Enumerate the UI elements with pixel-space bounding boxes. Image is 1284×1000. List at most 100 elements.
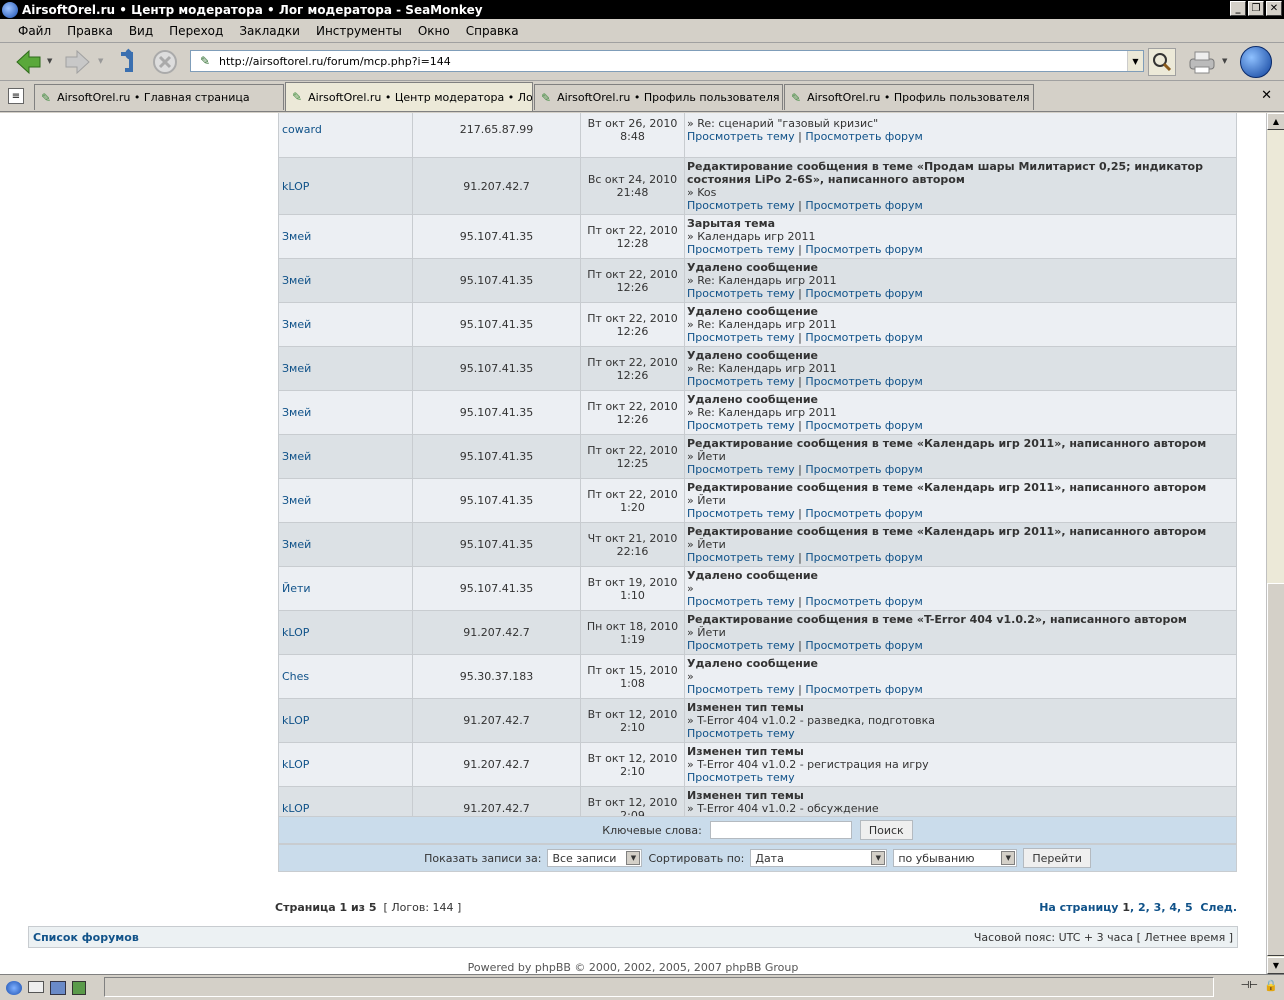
view-forum-link[interactable]: Просмотреть форум	[805, 683, 923, 696]
username-link[interactable]: kLOP	[282, 180, 309, 193]
view-topic-link[interactable]: Просмотреть тему	[687, 683, 795, 696]
view-topic-link[interactable]: Просмотреть тему	[687, 727, 795, 740]
url-text[interactable]: http://airsoftorel.ru/forum/mcp.php?i=14…	[219, 55, 451, 68]
username-link[interactable]: Змей	[282, 494, 311, 507]
menu-view[interactable]: Вид	[121, 24, 161, 38]
username-link[interactable]: Змей	[282, 362, 311, 375]
username-link[interactable]: Змей	[282, 538, 311, 551]
view-forum-link[interactable]: Просмотреть форум	[805, 375, 923, 388]
view-forum-link[interactable]: Просмотреть форум	[805, 199, 923, 212]
username-link[interactable]: Ches	[282, 670, 309, 683]
menu-tools[interactable]: Инструменты	[308, 24, 410, 38]
log-detail: » Re: Календарь игр 2011	[687, 406, 837, 419]
show-records-select[interactable]: Все записи ▼	[547, 849, 643, 867]
menu-window[interactable]: Окно	[410, 24, 458, 38]
tab-main[interactable]: ✎ AirsoftOrel.ru • Главная страница	[34, 84, 284, 110]
page-link[interactable]: 5	[1185, 901, 1193, 914]
status-bar: ⊣⊢ 🔒	[0, 974, 1284, 1000]
sort-by-select[interactable]: Дата ▼	[750, 849, 888, 867]
username-link[interactable]: coward	[282, 123, 322, 136]
view-topic-link[interactable]: Просмотреть тему	[687, 463, 795, 476]
composer-icon[interactable]	[50, 980, 66, 995]
scroll-thumb[interactable]	[1267, 583, 1284, 956]
view-topic-link[interactable]: Просмотреть тему	[687, 375, 795, 388]
page-link[interactable]: 4	[1169, 901, 1177, 914]
forum-list-link[interactable]: Список форумов	[33, 931, 139, 944]
username-link[interactable]: Змей	[282, 274, 311, 287]
username-link[interactable]: Змей	[282, 230, 311, 243]
view-topic-link[interactable]: Просмотреть тему	[687, 771, 795, 784]
close-tab-icon[interactable]: ✕	[1261, 88, 1272, 103]
view-forum-link[interactable]: Просмотреть форум	[805, 507, 923, 520]
online-status-icon[interactable]: ⊣⊢	[1241, 980, 1258, 991]
menu-edit[interactable]: Правка	[59, 24, 121, 38]
username-link[interactable]: Змей	[282, 450, 311, 463]
view-forum-link[interactable]: Просмотреть форум	[805, 130, 923, 143]
back-dropdown-icon[interactable]: ▼	[47, 57, 52, 65]
minimize-button[interactable]: _	[1230, 1, 1246, 16]
view-forum-link[interactable]: Просмотреть форум	[805, 551, 923, 564]
page-link[interactable]: 3	[1154, 901, 1162, 914]
navigator-icon[interactable]	[6, 980, 22, 995]
username-link[interactable]: Йети	[282, 582, 311, 595]
view-topic-link[interactable]: Просмотреть тему	[687, 595, 795, 608]
view-topic-link[interactable]: Просмотреть тему	[687, 199, 795, 212]
menu-go[interactable]: Переход	[161, 24, 231, 38]
view-topic-link[interactable]: Просмотреть тему	[687, 507, 795, 520]
view-forum-link[interactable]: Просмотреть форум	[805, 419, 923, 432]
tab-favicon-icon: ✎	[41, 90, 52, 105]
print-button[interactable]	[1185, 48, 1219, 76]
search-submit-button[interactable]: Поиск	[859, 820, 913, 840]
view-topic-link[interactable]: Просмотреть тему	[687, 419, 795, 432]
view-topic-link[interactable]: Просмотреть тему	[687, 243, 795, 256]
keywords-input[interactable]	[709, 821, 852, 839]
view-topic-link[interactable]: Просмотреть тему	[687, 331, 795, 344]
maximize-button[interactable]: ❐	[1248, 1, 1264, 16]
view-topic-link[interactable]: Просмотреть тему	[687, 130, 795, 143]
menu-file[interactable]: Файл	[10, 24, 59, 38]
view-forum-link[interactable]: Просмотреть форум	[805, 639, 923, 652]
scroll-up-icon[interactable]: ▲	[1267, 113, 1284, 130]
username-link[interactable]: kLOP	[282, 802, 309, 815]
addressbook-icon[interactable]	[72, 980, 86, 995]
mail-icon[interactable]	[28, 980, 44, 993]
forward-button[interactable]	[62, 47, 94, 77]
username-link[interactable]: kLOP	[282, 714, 309, 727]
forward-dropdown-icon[interactable]: ▼	[98, 57, 103, 65]
tab-moderator-log[interactable]: ✎ AirsoftOrel.ru • Центр модератора • Ло…	[285, 82, 533, 111]
view-forum-link[interactable]: Просмотреть форум	[805, 331, 923, 344]
sort-order-select[interactable]: по убыванию ▼	[893, 849, 1018, 867]
throbber-icon[interactable]	[1240, 46, 1272, 78]
back-button[interactable]	[12, 47, 44, 77]
view-topic-link[interactable]: Просмотреть тему	[687, 639, 795, 652]
menu-help[interactable]: Справка	[458, 24, 527, 38]
tab-profile-1[interactable]: ✎ AirsoftOrel.ru • Профиль пользователя …	[534, 84, 783, 110]
username-link[interactable]: kLOP	[282, 626, 309, 639]
username-link[interactable]: Змей	[282, 318, 311, 331]
menu-bookmarks[interactable]: Закладки	[231, 24, 308, 38]
print-dropdown-icon[interactable]: ▼	[1222, 57, 1227, 65]
view-forum-link[interactable]: Просмотреть форум	[805, 595, 923, 608]
new-tab-icon[interactable]: ≡	[8, 88, 24, 104]
stop-button[interactable]	[149, 47, 181, 77]
view-forum-link[interactable]: Просмотреть форум	[805, 243, 923, 256]
tab-profile-2[interactable]: ✎ AirsoftOrel.ru • Профиль пользователя …	[784, 84, 1034, 110]
reload-button[interactable]	[110, 47, 142, 77]
scroll-down-icon[interactable]: ▼	[1267, 957, 1284, 974]
view-forum-link[interactable]: Просмотреть форум	[805, 287, 923, 300]
view-topic-link[interactable]: Просмотреть тему	[687, 551, 795, 564]
username-link[interactable]: Змей	[282, 406, 311, 419]
go-button[interactable]: Перейти	[1023, 848, 1091, 868]
search-button[interactable]	[1148, 48, 1176, 76]
url-bar[interactable]: ✎ http://airsoftorel.ru/forum/mcp.php?i=…	[190, 50, 1144, 72]
log-date: Вт окт 19, 2010 1:10	[580, 566, 685, 611]
view-topic-link[interactable]: Просмотреть тему	[687, 287, 795, 300]
username-link[interactable]: kLOP	[282, 758, 309, 771]
vertical-scrollbar[interactable]: ▲ ▼	[1266, 113, 1284, 974]
link-separator: |	[798, 551, 802, 564]
close-window-button[interactable]: ✕	[1266, 1, 1282, 16]
view-forum-link[interactable]: Просмотреть форум	[805, 463, 923, 476]
page-link[interactable]: 2	[1138, 901, 1146, 914]
next-page-link[interactable]: След.	[1200, 901, 1237, 914]
url-dropdown-icon[interactable]: ▼	[1127, 51, 1143, 71]
